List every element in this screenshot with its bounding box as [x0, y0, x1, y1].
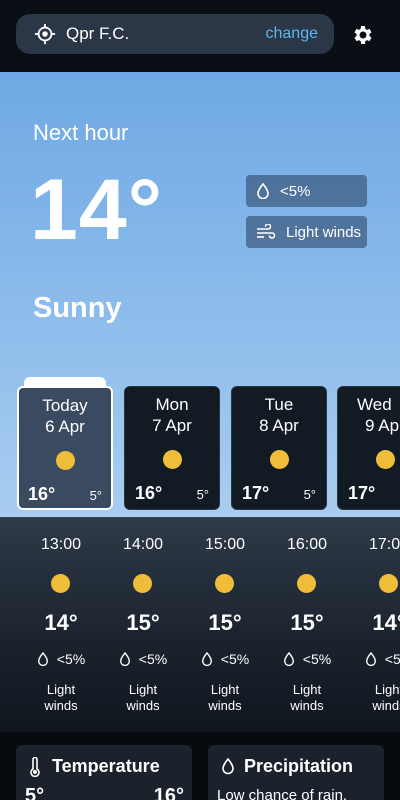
- wind-value: Light winds: [286, 223, 362, 241]
- location-crosshair-icon: [34, 23, 56, 45]
- hour-time: 17:00: [368, 536, 400, 553]
- raindrop-icon: [257, 183, 269, 199]
- change-location-link[interactable]: change: [266, 25, 319, 43]
- sun-icon: [270, 450, 289, 469]
- hour-column: 14:00 15° <5% Light winds: [103, 518, 183, 733]
- sun-icon: [56, 451, 75, 470]
- raindrop-icon: [201, 652, 212, 666]
- precipitation-value: <5%: [280, 182, 311, 200]
- current-temperature: 14°: [30, 162, 164, 258]
- precipitation-card-title: Precipitation: [244, 756, 354, 776]
- day-high-temp: 16°: [28, 484, 56, 504]
- day-date: 8 Apr: [259, 416, 299, 435]
- weather-condition: Sunny: [33, 292, 122, 324]
- hour-column: 16:00 15° <5% Light winds: [267, 518, 347, 733]
- hour-temp: 14°: [44, 610, 78, 635]
- raindrop-icon: [37, 652, 48, 666]
- top-bar: Qpr F.C. change: [0, 0, 400, 72]
- day-low-temp: 5°: [303, 487, 316, 502]
- hour-rain: <5%: [349, 651, 400, 667]
- precipitation-card[interactable]: Precipitation Low chance of rain.: [208, 745, 384, 800]
- sun-icon: [297, 574, 316, 593]
- hour-rain-value: <5%: [302, 651, 332, 667]
- hour-wind: Light winds: [349, 682, 400, 714]
- day-card-tue[interactable]: Tue 8 Apr 17° 5°: [231, 386, 327, 510]
- hour-temp: 15°: [126, 610, 160, 635]
- wind-line-2: winds: [44, 698, 78, 713]
- hour-rain: <5%: [185, 651, 265, 667]
- hour-rain-value: <5%: [56, 651, 86, 667]
- hour-wind: Light winds: [267, 682, 347, 714]
- sun-icon: [163, 450, 182, 469]
- day-low-temp: 5°: [196, 487, 209, 502]
- day-date: 9 Apr: [365, 416, 400, 435]
- hour-rain-value: <5%: [220, 651, 250, 667]
- location-name: Qpr F.C.: [66, 24, 130, 43]
- precipitation-chip: <5%: [246, 175, 367, 207]
- weather-app: Qpr F.C. change Next hour 14° <5% Light …: [0, 0, 400, 800]
- hour-rain-value: <5%: [384, 651, 400, 667]
- raindrop-icon: [222, 757, 234, 775]
- hour-column: 13:00 14° <5% Light winds: [21, 518, 101, 733]
- hour-wind: Light winds: [185, 682, 265, 714]
- hour-wind: Light winds: [21, 682, 101, 714]
- temperature-card[interactable]: Temperature 5° 16°: [16, 745, 192, 800]
- hourly-forecast[interactable]: 13:00 14° <5% Light winds 14:00 15° <5% …: [0, 517, 400, 733]
- day-name: Mon: [155, 395, 189, 414]
- day-high-temp: 17°: [348, 483, 376, 503]
- precipitation-card-text: Low chance of rain.: [217, 787, 348, 800]
- sun-icon: [51, 574, 70, 593]
- temperature-card-low: 5°: [25, 785, 45, 800]
- hour-time: 16:00: [286, 536, 328, 553]
- wind-line-2: winds: [126, 698, 160, 713]
- wind-icon: [257, 224, 276, 239]
- wind-line-1: Light: [46, 682, 76, 697]
- wind-chip: Light winds: [246, 216, 367, 248]
- raindrop-icon: [119, 652, 130, 666]
- hour-rain: <5%: [21, 651, 101, 667]
- hour-time: 14:00: [122, 536, 164, 553]
- day-date: 6 Apr: [45, 417, 85, 436]
- temperature-card-title: Temperature: [52, 756, 160, 776]
- wind-line-1: Light: [128, 682, 158, 697]
- settings-gear-icon[interactable]: [351, 23, 375, 47]
- thermometer-icon: [30, 757, 40, 777]
- day-date: 7 Apr: [152, 416, 192, 435]
- day-name: Today: [42, 396, 88, 415]
- hour-rain-value: <5%: [138, 651, 168, 667]
- wind-line-2: winds: [372, 698, 400, 713]
- wind-line-1: Light: [374, 682, 400, 697]
- wind-line-1: Light: [210, 682, 240, 697]
- day-card-mon[interactable]: Mon 7 Apr 16° 5°: [124, 386, 220, 510]
- day-high-temp: 17°: [242, 483, 270, 503]
- hour-column: 17:00 14° <5% Light winds: [349, 518, 400, 733]
- wind-line-1: Light: [292, 682, 322, 697]
- raindrop-icon: [365, 652, 376, 666]
- day-high-temp: 16°: [135, 483, 163, 503]
- hour-column: 15:00 15° <5% Light winds: [185, 518, 265, 733]
- day-card-today[interactable]: Today 6 Apr 16° 5°: [17, 386, 113, 510]
- sun-icon: [215, 574, 234, 593]
- sun-icon: [133, 574, 152, 593]
- wind-line-2: winds: [290, 698, 324, 713]
- sun-icon: [376, 450, 395, 469]
- day-low-temp: 5°: [89, 488, 102, 503]
- temperature-card-high: 16°: [153, 785, 184, 800]
- hour-temp: 15°: [208, 610, 242, 635]
- hour-rain: <5%: [103, 651, 183, 667]
- next-hour-label: Next hour: [33, 120, 129, 145]
- hour-wind: Light winds: [103, 682, 183, 714]
- hour-rain: <5%: [267, 651, 347, 667]
- raindrop-icon: [283, 652, 294, 666]
- sun-icon: [379, 574, 398, 593]
- hour-time: 13:00: [40, 536, 82, 553]
- location-selector[interactable]: Qpr F.C. change: [16, 14, 334, 54]
- hour-temp: 14°: [372, 610, 400, 635]
- day-name: Tue: [264, 395, 294, 414]
- hour-temp: 15°: [290, 610, 324, 635]
- hour-time: 15:00: [204, 536, 246, 553]
- day-card-wed[interactable]: Wed 9 Apr 17°: [337, 386, 400, 510]
- day-name: Wed: [357, 395, 392, 414]
- wind-line-2: winds: [208, 698, 242, 713]
